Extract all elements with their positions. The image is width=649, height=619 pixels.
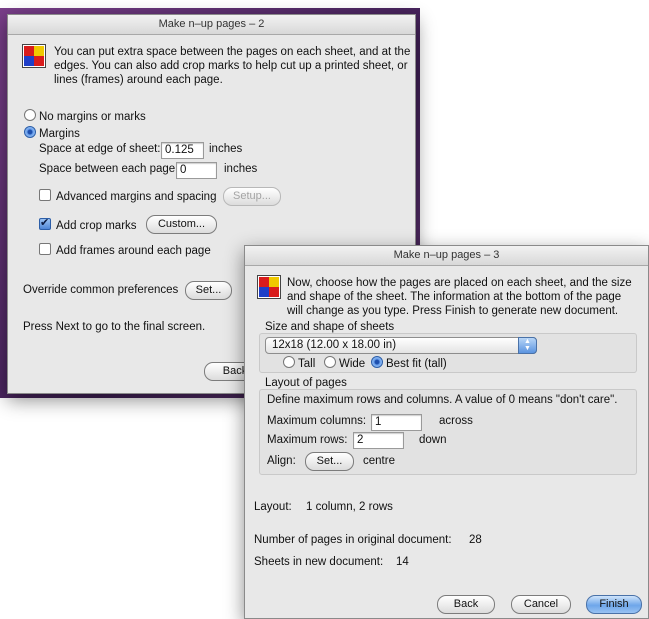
dialog-window-step3: Make n–up pages – 3 Now, choose how the … xyxy=(244,245,649,619)
sheets-new-label: Sheets in new document: xyxy=(254,556,384,568)
window-title: Make n–up pages – 2 xyxy=(8,15,415,35)
margins-radio[interactable]: Margins xyxy=(24,126,80,140)
window-title: Make n–up pages – 3 xyxy=(245,246,648,266)
radio-icon xyxy=(324,356,336,368)
across-label: across xyxy=(439,415,473,427)
between-unit: inches xyxy=(224,163,258,175)
sheets-new-value: 14 xyxy=(396,556,409,568)
orient-best-radio[interactable]: Best fit (tall) xyxy=(371,356,447,370)
align-value: centre xyxy=(363,455,395,467)
setup-button[interactable]: Setup... xyxy=(223,187,281,206)
checkbox-icon xyxy=(39,189,51,201)
frames-checkbox[interactable]: Add frames around each page xyxy=(39,243,211,257)
layout-summary-label: Layout: xyxy=(254,501,292,513)
align-label: Align: xyxy=(267,455,296,467)
orient-tall-radio[interactable]: Tall xyxy=(283,356,315,370)
sheet-size-select[interactable]: 12x18 (12.00 x 18.00 in) ▲ ▼ xyxy=(265,337,537,354)
intro-line-1: Now, choose how the pages are placed on … xyxy=(287,277,632,289)
crop-label: Add crop marks xyxy=(56,220,137,232)
chevron-updown-icon: ▲ ▼ xyxy=(518,337,537,354)
intro-line-1: You can put extra space between the page… xyxy=(54,46,411,58)
advanced-label: Advanced margins and spacing xyxy=(56,191,217,203)
intro-line-2: and shape of the sheet. The information … xyxy=(287,291,622,303)
edge-space-input[interactable]: 0.125 xyxy=(161,142,204,159)
intro-line-3: lines (frames) around each page. xyxy=(54,74,223,86)
down-label: down xyxy=(419,434,447,446)
app-icon xyxy=(257,275,281,299)
back-button[interactable]: Back xyxy=(437,595,495,614)
radio-icon xyxy=(283,356,295,368)
app-icon xyxy=(22,44,46,68)
between-space-input[interactable]: 0 xyxy=(176,162,217,179)
radio-selected-icon xyxy=(371,356,383,368)
layout-desc: Define maximum rows and columns. A value… xyxy=(267,394,618,406)
override-label: Override common preferences xyxy=(23,284,179,296)
finish-button[interactable]: Finish xyxy=(586,595,642,614)
next-hint: Press Next to go to the final screen. xyxy=(23,321,206,333)
max-cols-label: Maximum columns: xyxy=(267,415,367,427)
orient-best-label: Best fit (tall) xyxy=(386,358,447,370)
radio-selected-icon xyxy=(24,126,36,138)
margins-label: Margins xyxy=(39,128,80,140)
max-cols-input[interactable]: 1 xyxy=(371,414,422,431)
advanced-checkbox[interactable]: Advanced margins and spacing xyxy=(39,189,216,203)
frames-label: Add frames around each page xyxy=(56,245,211,257)
set-button[interactable]: Set... xyxy=(185,281,232,300)
pages-original-value: 28 xyxy=(469,534,482,546)
max-rows-label: Maximum rows: xyxy=(267,434,348,446)
checkbox-checked-icon xyxy=(39,216,51,230)
no-margins-radio[interactable]: No margins or marks xyxy=(24,109,146,123)
crop-marks-checkbox[interactable]: Add crop marks xyxy=(39,216,137,232)
orient-wide-radio[interactable]: Wide xyxy=(324,356,365,370)
layout-group-title: Layout of pages xyxy=(265,377,347,389)
max-rows-input[interactable]: 2 xyxy=(353,432,404,449)
layout-summary-value: 1 column, 2 rows xyxy=(306,501,393,513)
radio-icon xyxy=(24,109,36,121)
no-margins-label: No margins or marks xyxy=(39,111,146,123)
sheet-size-value: 12x18 (12.00 x 18.00 in) xyxy=(272,339,397,351)
align-set-button[interactable]: Set... xyxy=(305,452,354,471)
cancel-button[interactable]: Cancel xyxy=(511,595,571,614)
edge-label: Space at edge of sheet: xyxy=(39,143,161,155)
custom-button[interactable]: Custom... xyxy=(146,215,217,234)
size-group-title: Size and shape of sheets xyxy=(265,321,395,333)
pages-original-label: Number of pages in original document: xyxy=(254,534,452,546)
intro-line-2: edges. You can also add crop marks to he… xyxy=(54,60,408,72)
between-label: Space between each page: xyxy=(39,163,179,175)
checkbox-icon xyxy=(39,243,51,255)
orient-tall-label: Tall xyxy=(298,358,316,370)
intro-line-3: will change as you type. Press Finish to… xyxy=(287,305,619,317)
orient-wide-label: Wide xyxy=(339,358,366,370)
edge-unit: inches xyxy=(209,143,243,155)
